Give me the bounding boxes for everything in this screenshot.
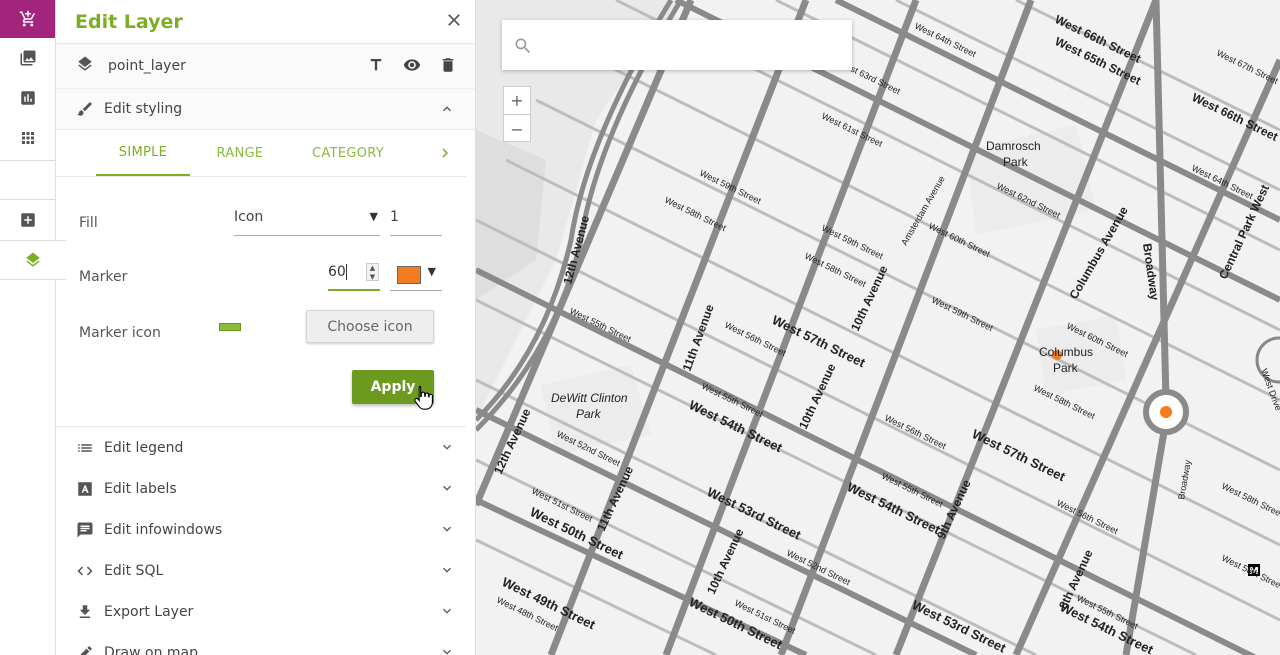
grid-icon[interactable]: [0, 118, 55, 158]
dropdown-arrow-icon: ▼: [427, 265, 436, 278]
chevron-down-icon[interactable]: [439, 439, 455, 459]
marker-color-picker[interactable]: ▼: [390, 261, 442, 291]
search-icon: [513, 36, 533, 60]
section-edit-sql[interactable]: Edit SQL: [56, 550, 475, 591]
search-input[interactable]: [542, 32, 837, 58]
section-label: Draw on map: [104, 644, 199, 655]
marker-label: Marker: [79, 269, 128, 285]
marker-icon-preview: [219, 323, 241, 331]
brush-icon: [76, 100, 94, 118]
zoom-control: + −: [503, 86, 531, 142]
layer-row: point_layer: [56, 44, 475, 89]
fill-label: Fill: [79, 215, 98, 231]
chevron-up-icon[interactable]: [439, 101, 455, 121]
add-layer-icon[interactable]: [0, 200, 55, 240]
delete-icon[interactable]: [439, 56, 457, 78]
section-draw-on-map[interactable]: Draw on map: [56, 632, 475, 655]
simple-style-form: Fill Icon ▼ 1 Marker 60 ▲ ▼ ▼ Marker icon…: [56, 177, 466, 427]
zoom-in-button[interactable]: +: [504, 87, 530, 115]
map-label: Damrosch: [986, 139, 1041, 153]
layer-name: point_layer: [108, 58, 186, 74]
chat-icon: [76, 521, 94, 539]
marker-size-spinner[interactable]: ▲ ▼: [366, 263, 379, 281]
panel-header: Edit Layer: [56, 0, 475, 44]
map-label: Park: [576, 407, 602, 421]
code-icon: [76, 562, 94, 580]
map-base-layer: M West 64th Street West 66th Street West…: [476, 0, 1280, 655]
tab-category[interactable]: CATEGORY: [290, 130, 406, 176]
list-icon: [76, 439, 94, 457]
map-search-box[interactable]: [502, 20, 852, 70]
section-edit-styling[interactable]: Edit styling: [56, 89, 475, 130]
layers-icon: [76, 55, 94, 77]
chevron-down-icon[interactable]: [439, 480, 455, 500]
choose-icon-button[interactable]: Choose icon: [306, 310, 434, 343]
color-swatch: [397, 266, 421, 284]
fill-select-value: Icon: [234, 209, 264, 225]
section-edit-labels[interactable]: Edit labels: [56, 468, 475, 509]
section-label: Edit legend: [104, 439, 184, 456]
section-label: Edit SQL: [104, 562, 164, 579]
rename-icon[interactable]: [367, 56, 385, 78]
fill-select[interactable]: Icon ▼: [234, 207, 380, 236]
pencil-icon: [76, 644, 94, 655]
styling-tabs: SIMPLE RANGE CATEGORY: [56, 130, 466, 177]
panel-title: Edit Layer: [75, 10, 183, 33]
section-label: Edit labels: [104, 480, 177, 497]
marker-icon-label: Marker icon: [79, 325, 161, 341]
section-export-layer[interactable]: Export Layer: [56, 591, 475, 632]
section-edit-legend[interactable]: Edit legend: [56, 427, 475, 468]
dropdown-arrow-icon: ▼: [369, 210, 378, 223]
zoom-out-button[interactable]: −: [504, 115, 530, 143]
cart-icon[interactable]: [0, 0, 55, 38]
map-label: Park: [1053, 361, 1079, 375]
chevron-down-icon[interactable]: [439, 644, 455, 655]
image-icon[interactable]: [0, 38, 55, 78]
map-canvas[interactable]: M West 64th Street West 66th Street West…: [476, 0, 1280, 655]
left-rail: [0, 0, 66, 655]
map-label: Columbus: [1039, 345, 1093, 359]
chevron-down-icon[interactable]: [439, 603, 455, 623]
edit-layer-panel: Edit Layer point_layer Edit styling SIMP…: [56, 0, 476, 655]
tab-range[interactable]: RANGE: [190, 130, 290, 176]
chart-icon[interactable]: [0, 78, 55, 118]
section-label: Export Layer: [104, 603, 194, 620]
text-label-icon: [76, 480, 94, 498]
visibility-icon[interactable]: [403, 56, 421, 78]
marker-size-value: 60: [328, 264, 347, 280]
layers-icon[interactable]: [0, 240, 66, 280]
hand-cursor-icon: [414, 385, 433, 410]
chevron-right-icon[interactable]: [436, 144, 454, 166]
section-label: Edit infowindows: [104, 521, 223, 538]
section-label: Edit styling: [104, 101, 183, 117]
close-icon[interactable]: [443, 9, 465, 31]
download-icon: [76, 603, 94, 621]
tab-simple[interactable]: SIMPLE: [96, 130, 190, 176]
chevron-down-icon[interactable]: [439, 521, 455, 541]
chevron-down-icon[interactable]: [439, 562, 455, 582]
fill-opacity-input[interactable]: 1: [390, 207, 442, 236]
map-label: Park: [1003, 155, 1029, 169]
map-label: DeWitt Clinton: [551, 391, 628, 405]
section-edit-infowindows[interactable]: Edit infowindows: [56, 509, 475, 550]
